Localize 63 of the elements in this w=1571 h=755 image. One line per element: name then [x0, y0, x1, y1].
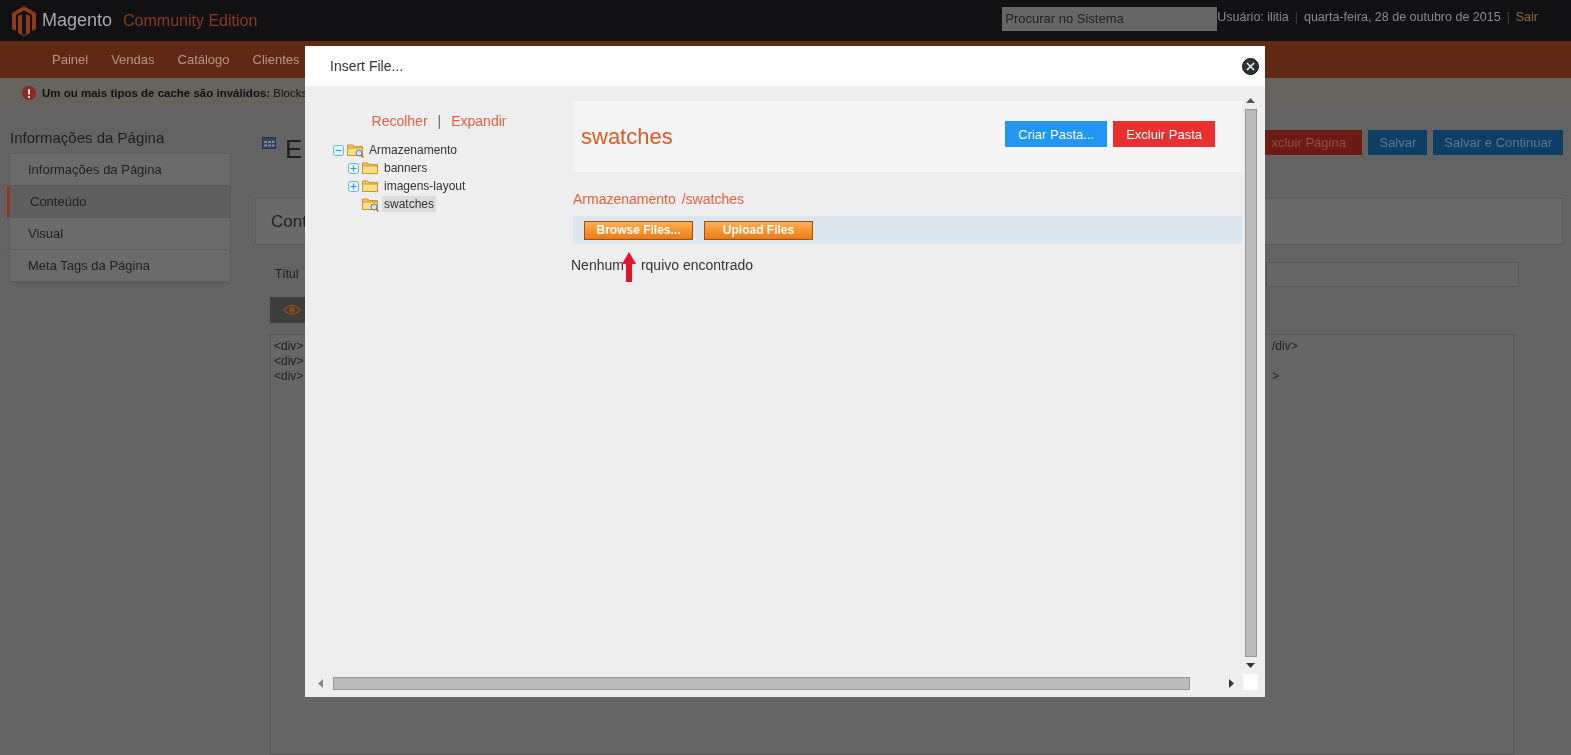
field-label: Títul [275, 267, 299, 281]
delete-folder-button[interactable]: Excluir Pasta [1113, 121, 1215, 147]
user-label: Usuário: ilitia [1217, 9, 1289, 24]
alert-icon [22, 85, 36, 100]
folder-search-icon [362, 196, 379, 212]
tree-item[interactable]: swatches [382, 196, 437, 212]
sidebar-title: Informações da Página [10, 129, 166, 146]
create-folder-button[interactable]: Criar Pasta... [1005, 121, 1108, 147]
expand-icon[interactable] [348, 162, 359, 174]
code-line: /div> [1272, 339, 1299, 354]
browse-files-button[interactable]: Browse Files... [584, 220, 693, 240]
empty-message: rquivo encontrado [640, 257, 753, 273]
nav-item[interactable]: Clientes [252, 52, 300, 67]
close-icon[interactable] [1242, 57, 1259, 75]
collapse-link[interactable]: Recolher [371, 113, 428, 129]
edition-label: Community Edition [123, 11, 258, 30]
table-icon [262, 136, 276, 149]
expand-link[interactable]: Expandir [451, 113, 507, 129]
code-line: <div> [274, 339, 304, 354]
folder-icon [362, 178, 379, 194]
breadcrumb-link[interactable]: Armazenamento [573, 191, 676, 207]
nav-item[interactable]: Catálogo [177, 52, 230, 67]
empty-message: Nenhum [571, 257, 624, 273]
date-label: quarta-feira, 28 de outubro de 2015 [1303, 9, 1501, 24]
scroll-up-icon [1246, 98, 1255, 103]
scroll-thumb[interactable] [1244, 109, 1257, 657]
sidebar-tab[interactable]: Meta Tags da Página [7, 250, 230, 282]
code-line: <div> [274, 354, 304, 369]
page-title: E [285, 134, 303, 165]
separator-text: | [1506, 9, 1510, 24]
code-line: <div> [274, 369, 304, 384]
separator-text: | [437, 113, 442, 129]
logout-link[interactable]: Sair [1515, 9, 1538, 24]
nav-item[interactable]: Painel [52, 52, 89, 67]
sidebar-tab[interactable]: Visual [7, 218, 230, 250]
section-title: Cont [271, 211, 307, 232]
nav-item[interactable]: Vendas [111, 52, 155, 67]
breadcrumb-link[interactable]: /swatches [681, 191, 744, 207]
expand-icon[interactable] [348, 180, 359, 192]
tree-item[interactable]: banners [382, 160, 430, 176]
tree-item[interactable]: Armazenamento [367, 142, 460, 158]
dialog-title: Insert File... [330, 58, 404, 74]
save-button[interactable]: Salvar [1368, 130, 1428, 155]
notice-message: Um ou mais tipos de cache são inválidos: Blocks [42, 86, 308, 99]
folder-icon [362, 160, 379, 176]
separator-text: | [1294, 9, 1298, 24]
save-button[interactable]: Salvar e Continuar [1433, 130, 1563, 155]
code-line: > [1272, 369, 1280, 384]
collapse-icon[interactable] [333, 144, 344, 156]
tree-item[interactable]: imagens-layout [382, 178, 468, 194]
arrow-icon [622, 252, 636, 282]
folder-search-icon [347, 142, 364, 158]
title-field[interactable] [1266, 261, 1519, 287]
scroll-left-icon [318, 678, 323, 688]
upload-files-button[interactable]: Upload Files [704, 220, 813, 240]
scroll-right-icon [1229, 678, 1234, 688]
logo-icon [12, 5, 36, 36]
sidebar-tab[interactable]: Conteúdo [7, 186, 230, 218]
eye-icon [283, 304, 301, 316]
scroll-down-icon [1246, 663, 1255, 668]
logo-text: Magento [42, 10, 113, 31]
folder-title: swatches [581, 123, 673, 150]
search-field[interactable]: Procurar no Sistema [1002, 6, 1218, 31]
